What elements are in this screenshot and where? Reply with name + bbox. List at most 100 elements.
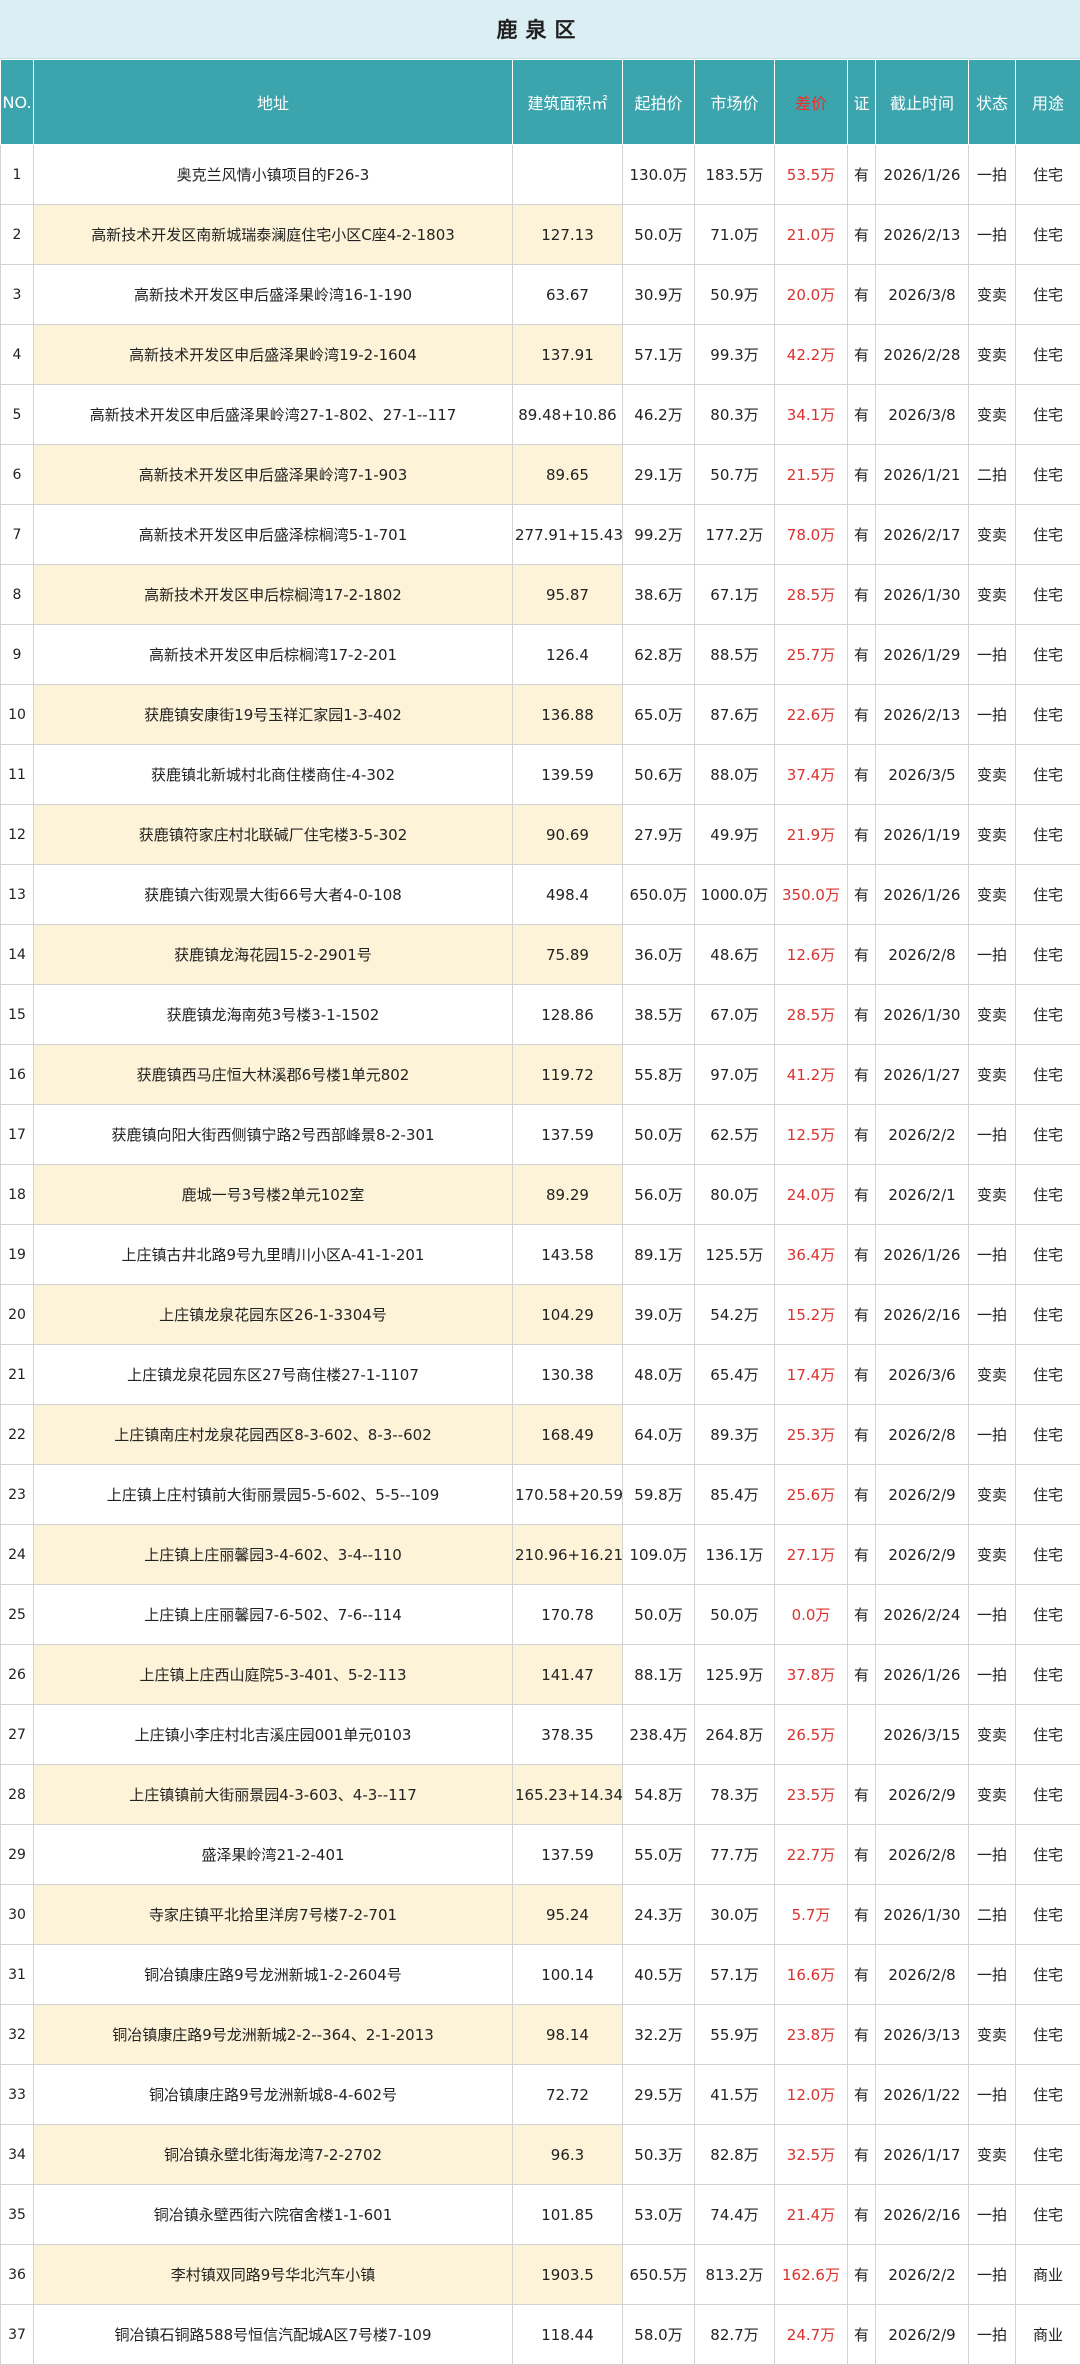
cell-area: 89.29 — [513, 1165, 623, 1225]
cell-cert: 有 — [848, 145, 876, 205]
cell-address: 鹿城一号3号楼2单元102室 — [34, 1165, 513, 1225]
cell-status: 变卖 — [969, 865, 1016, 925]
cell-status: 一拍 — [969, 145, 1016, 205]
cell-address: 铜冶镇永壁北街海龙湾7-2-2702 — [34, 2125, 513, 2185]
table-row: 29盛泽果岭湾21-2-401137.5955.0万77.7万22.7万有202… — [1, 1825, 1080, 1885]
cell-start-price: 29.1万 — [623, 445, 695, 505]
cell-address: 高新技术开发区申后棕榈湾17-2-1802 — [34, 565, 513, 625]
col-header-market-price: 市场价 — [695, 60, 775, 145]
cell-usage: 住宅 — [1016, 1285, 1080, 1345]
cell-status: 一拍 — [969, 925, 1016, 985]
cell-start-price: 27.9万 — [623, 805, 695, 865]
table-row: 1奥克兰风情小镇项目的F26-3130.0万183.5万53.5万有2026/1… — [1, 145, 1080, 205]
cell-deadline: 2026/1/26 — [876, 1645, 969, 1705]
cell-usage: 住宅 — [1016, 865, 1080, 925]
cell-usage: 住宅 — [1016, 1045, 1080, 1105]
cell-usage: 住宅 — [1016, 745, 1080, 805]
cell-market-price: 136.1万 — [695, 1525, 775, 1585]
table-row: 32铜冶镇康庄路9号龙洲新城2-2--364、2-1-201398.1432.2… — [1, 2005, 1080, 2065]
table-row: 27上庄镇小李庄村北吉溪庄园001单元0103378.35238.4万264.8… — [1, 1705, 1080, 1765]
cell-cert: 有 — [848, 1825, 876, 1885]
cell-usage: 住宅 — [1016, 805, 1080, 865]
cell-diff: 28.5万 — [775, 985, 848, 1045]
cell-deadline: 2026/1/30 — [876, 1885, 969, 1945]
cell-start-price: 64.0万 — [623, 1405, 695, 1465]
table-row: 22上庄镇南庄村龙泉花园西区8-3-602、8-3--602168.4964.0… — [1, 1405, 1080, 1465]
cell-no: 7 — [1, 505, 34, 565]
cell-status: 变卖 — [969, 1525, 1016, 1585]
cell-start-price: 39.0万 — [623, 1285, 695, 1345]
cell-address: 上庄镇上庄丽馨园3-4-602、3-4--110 — [34, 1525, 513, 1585]
cell-market-price: 177.2万 — [695, 505, 775, 565]
cell-area: 127.13 — [513, 205, 623, 265]
table-row: 36李村镇双同路9号华北汽车小镇1903.5650.5万813.2万162.6万… — [1, 2245, 1080, 2305]
cell-market-price: 77.7万 — [695, 1825, 775, 1885]
cell-usage: 住宅 — [1016, 1165, 1080, 1225]
cell-diff: 25.6万 — [775, 1465, 848, 1525]
cell-diff: 15.2万 — [775, 1285, 848, 1345]
cell-address: 盛泽果岭湾21-2-401 — [34, 1825, 513, 1885]
cell-market-price: 30.0万 — [695, 1885, 775, 1945]
cell-status: 变卖 — [969, 2005, 1016, 2065]
cell-status: 一拍 — [969, 1825, 1016, 1885]
cell-area: 89.65 — [513, 445, 623, 505]
cell-usage: 住宅 — [1016, 685, 1080, 745]
cell-cert: 有 — [848, 925, 876, 985]
cell-start-price: 50.0万 — [623, 1585, 695, 1645]
cell-area — [513, 145, 623, 205]
table-row: 23上庄镇上庄村镇前大街丽景园5-5-602、5-5--109170.58+20… — [1, 1465, 1080, 1525]
cell-no: 26 — [1, 1645, 34, 1705]
cell-market-price: 1000.0万 — [695, 865, 775, 925]
cell-market-price: 125.5万 — [695, 1225, 775, 1285]
cell-start-price: 62.8万 — [623, 625, 695, 685]
cell-cert: 有 — [848, 2185, 876, 2245]
cell-start-price: 29.5万 — [623, 2065, 695, 2125]
cell-market-price: 89.3万 — [695, 1405, 775, 1465]
cell-status: 变卖 — [969, 1345, 1016, 1405]
cell-cert: 有 — [848, 1225, 876, 1285]
cell-deadline: 2026/1/26 — [876, 145, 969, 205]
cell-start-price: 55.0万 — [623, 1825, 695, 1885]
cell-diff: 25.3万 — [775, 1405, 848, 1465]
cell-start-price: 130.0万 — [623, 145, 695, 205]
cell-deadline: 2026/3/8 — [876, 265, 969, 325]
cell-start-price: 57.1万 — [623, 325, 695, 385]
cell-market-price: 67.0万 — [695, 985, 775, 1045]
cell-cert: 有 — [848, 205, 876, 265]
cell-start-price: 109.0万 — [623, 1525, 695, 1585]
cell-no: 20 — [1, 1285, 34, 1345]
table-row: 2高新技术开发区南新城瑞泰澜庭住宅小区C座4-2-1803127.1350.0万… — [1, 205, 1080, 265]
cell-cert: 有 — [848, 505, 876, 565]
cell-start-price: 38.6万 — [623, 565, 695, 625]
cell-market-price: 48.6万 — [695, 925, 775, 985]
cell-diff: 12.5万 — [775, 1105, 848, 1165]
cell-diff: 26.5万 — [775, 1705, 848, 1765]
cell-status: 变卖 — [969, 325, 1016, 385]
cell-usage: 住宅 — [1016, 1585, 1080, 1645]
cell-address: 高新技术开发区申后棕榈湾17-2-201 — [34, 625, 513, 685]
cell-status: 一拍 — [969, 1285, 1016, 1345]
cell-market-price: 88.5万 — [695, 625, 775, 685]
cell-address: 上庄镇古井北路9号九里晴川小区A-41-1-201 — [34, 1225, 513, 1285]
cell-usage: 住宅 — [1016, 1405, 1080, 1465]
cell-address: 李村镇双同路9号华北汽车小镇 — [34, 2245, 513, 2305]
table-row: 31铜冶镇康庄路9号龙洲新城1-2-2604号100.1440.5万57.1万1… — [1, 1945, 1080, 2005]
cell-area: 128.86 — [513, 985, 623, 1045]
cell-no: 29 — [1, 1825, 34, 1885]
cell-cert — [848, 1705, 876, 1765]
cell-diff: 53.5万 — [775, 145, 848, 205]
cell-cert: 有 — [848, 1465, 876, 1525]
cell-no: 32 — [1, 2005, 34, 2065]
cell-no: 14 — [1, 925, 34, 985]
cell-start-price: 65.0万 — [623, 685, 695, 745]
cell-cert: 有 — [848, 1945, 876, 2005]
cell-address: 上庄镇上庄村镇前大街丽景园5-5-602、5-5--109 — [34, 1465, 513, 1525]
col-header-no: NO. — [1, 60, 34, 145]
cell-address: 获鹿镇龙海花园15-2-2901号 — [34, 925, 513, 985]
cell-status: 变卖 — [969, 2125, 1016, 2185]
cell-market-price: 49.9万 — [695, 805, 775, 865]
cell-diff: 21.5万 — [775, 445, 848, 505]
cell-address: 高新技术开发区申后盛泽棕榈湾5-1-701 — [34, 505, 513, 565]
cell-market-price: 41.5万 — [695, 2065, 775, 2125]
cell-status: 一拍 — [969, 625, 1016, 685]
